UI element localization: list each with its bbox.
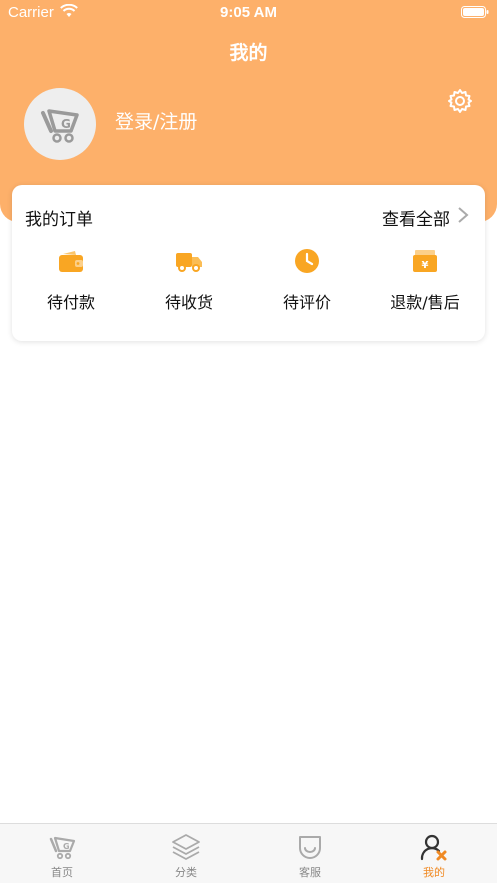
svg-text:¥: ¥ <box>422 260 429 271</box>
order-pending-delivery[interactable]: 待收货 <box>139 247 239 317</box>
orders-title: 我的订单 <box>25 210 93 230</box>
battery-icon <box>461 6 489 18</box>
order-label: 待评价 <box>282 293 331 312</box>
tab-customer-service[interactable]: 客服 <box>248 824 372 883</box>
layers-icon <box>172 834 200 860</box>
settings-gear-icon[interactable] <box>447 88 473 114</box>
my-orders-card: 我的订单 查看全部 待付款 待收货 待评价 ¥ 退款/售后 <box>12 185 485 341</box>
profile-icon <box>420 834 447 861</box>
login-register-link[interactable]: 登录/注册 <box>115 107 197 134</box>
view-all-orders-link[interactable]: 查看全部 <box>382 205 450 230</box>
order-refund-aftersales[interactable]: ¥ 退款/售后 <box>375 247 475 317</box>
avatar[interactable]: G <box>24 88 96 160</box>
wallet-icon <box>59 251 83 272</box>
status-time: 9:05 AM <box>220 4 277 21</box>
page-title: 我的 <box>229 42 268 64</box>
svg-text:G: G <box>63 842 70 851</box>
customer-service-icon <box>299 836 321 859</box>
tab-category[interactable]: 分类 <box>124 824 248 883</box>
refund-icon: ¥ <box>413 250 437 272</box>
clock-icon <box>295 249 319 273</box>
order-label: 待付款 <box>46 293 95 312</box>
home-logo-icon: G <box>49 836 76 860</box>
order-pending-payment[interactable]: 待付款 <box>21 247 121 317</box>
app-logo-icon: G <box>41 109 79 143</box>
order-pending-review[interactable]: 待评价 <box>257 247 357 317</box>
order-label: 待收货 <box>164 293 213 312</box>
tab-label: 首页 <box>51 866 73 879</box>
bottom-tab-bar: G 首页 分类 客服 我的 <box>0 823 497 883</box>
delivery-truck-icon <box>176 253 202 272</box>
tab-mine[interactable]: 我的 <box>372 824 496 883</box>
chevron-right-icon[interactable] <box>456 205 470 225</box>
status-bar: Carrier 9:05 AM <box>0 0 497 26</box>
tab-label: 分类 <box>175 866 197 879</box>
tab-label: 客服 <box>299 866 321 879</box>
svg-text:G: G <box>61 117 71 131</box>
tab-label: 我的 <box>423 866 445 879</box>
tab-home[interactable]: G 首页 <box>0 824 124 883</box>
order-label: 退款/售后 <box>390 293 460 312</box>
